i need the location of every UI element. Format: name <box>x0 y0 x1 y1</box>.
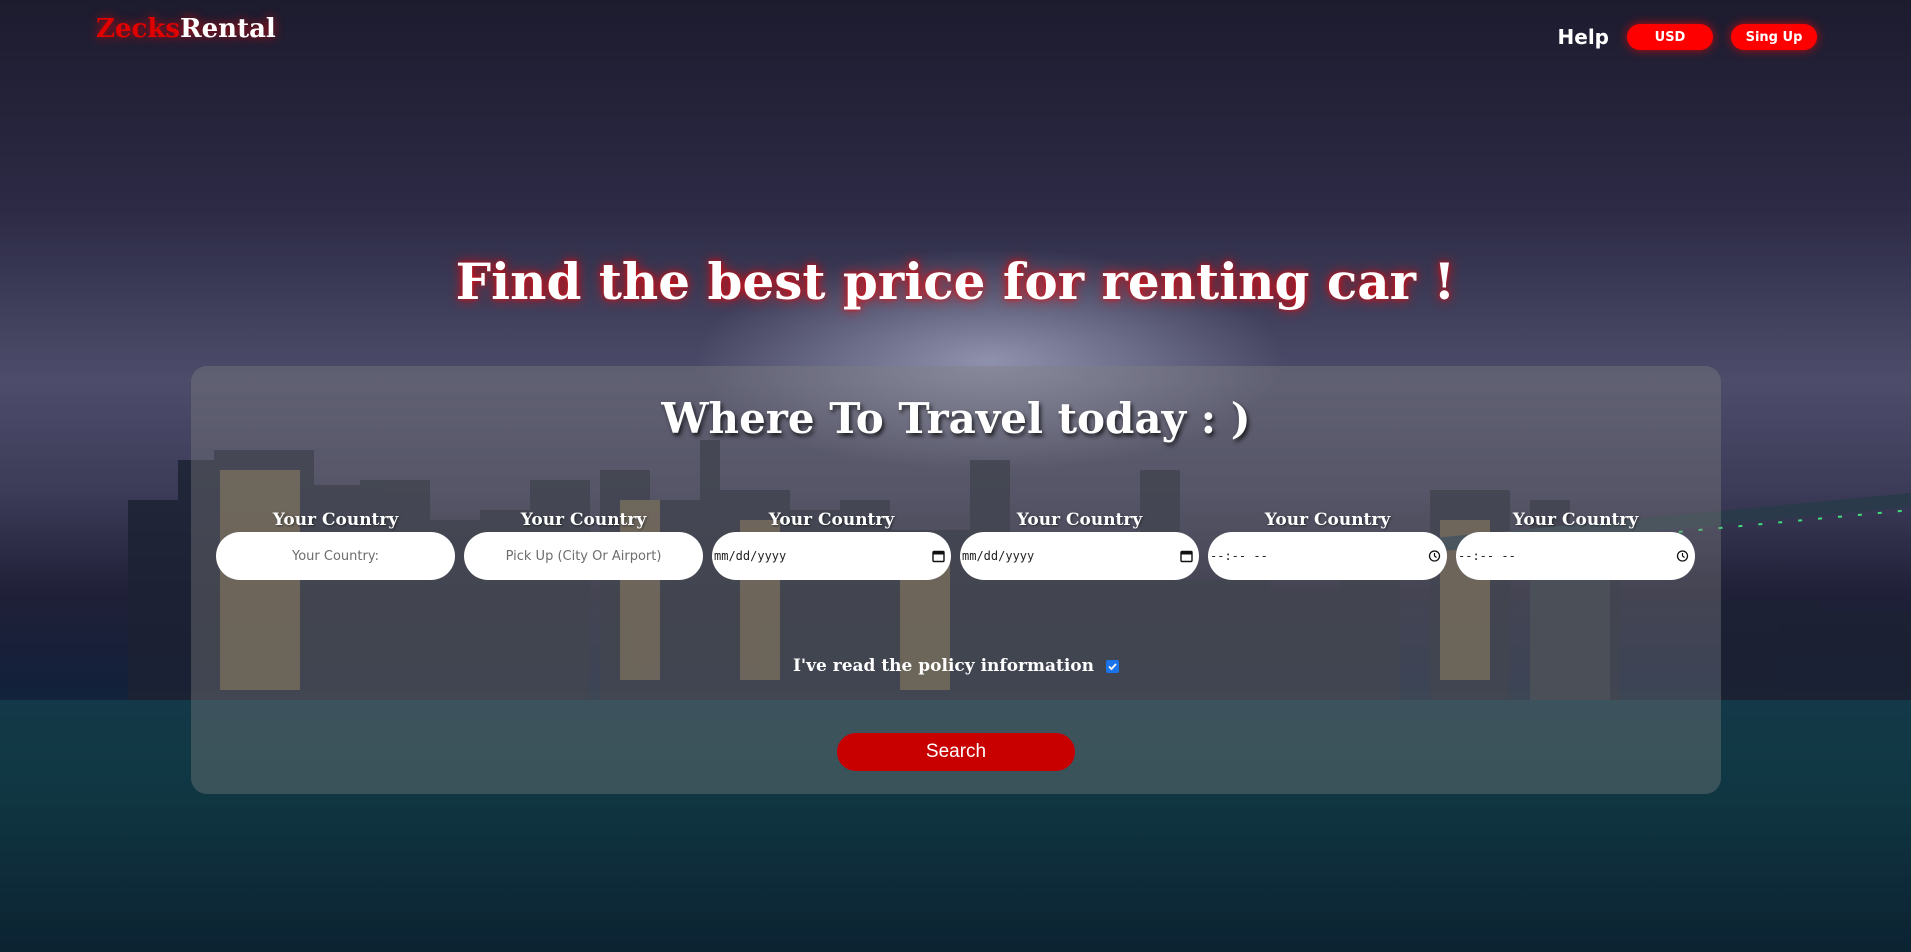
return-date-field: Your Country mm/dd/yyyy <box>960 510 1199 580</box>
return-time-field: Your Country --:-- -- <box>1456 510 1695 580</box>
pickup-time-field: Your Country --:-- -- <box>1208 510 1447 580</box>
currency-button[interactable]: USD <box>1627 24 1713 50</box>
policy-checkbox[interactable] <box>1106 659 1120 673</box>
site-logo[interactable]: ZecksRental <box>96 14 276 44</box>
country-input-placeholder: Your Country: <box>292 548 379 564</box>
pickup-date-field: Your Country mm/dd/yyyy <box>712 510 951 580</box>
clock-icon[interactable] <box>1676 550 1689 563</box>
logo-part-rental: Rental <box>180 14 276 44</box>
field-label: Your Country <box>520 510 647 530</box>
policy-row: I've read the policy information <box>191 656 1721 676</box>
search-fields: Your Country Your Country: Your Country … <box>216 510 1695 580</box>
signup-button[interactable]: Sing Up <box>1731 24 1817 50</box>
pickup-time-input[interactable]: --:-- -- <box>1208 532 1447 580</box>
country-input[interactable]: Your Country: <box>216 532 455 580</box>
checkmark-icon <box>1108 662 1117 670</box>
pickup-date-value: mm/dd/yyyy <box>714 549 787 563</box>
pickup-input-placeholder: Pick Up (City Or Airport) <box>505 548 662 564</box>
top-nav: Help USD Sing Up <box>1558 24 1817 50</box>
clock-icon[interactable] <box>1428 550 1441 563</box>
pickup-input[interactable]: Pick Up (City Or Airport) <box>464 532 703 580</box>
help-link[interactable]: Help <box>1558 25 1609 49</box>
search-panel: Where To Travel today : ) Your Country Y… <box>191 366 1721 794</box>
field-label: Your Country <box>768 510 895 530</box>
return-date-value: mm/dd/yyyy <box>962 549 1035 563</box>
search-button[interactable]: Search <box>837 733 1075 771</box>
pickup-field: Your Country Pick Up (City Or Airport) <box>464 510 703 580</box>
pickup-date-input[interactable]: mm/dd/yyyy <box>712 532 951 580</box>
return-time-value: --:-- -- <box>1458 549 1516 563</box>
calendar-icon[interactable] <box>932 550 945 563</box>
logo-part-zecks: Zecks <box>96 14 181 44</box>
field-label: Your Country <box>1264 510 1391 530</box>
return-time-input[interactable]: --:-- -- <box>1456 532 1695 580</box>
policy-label: I've read the policy information <box>792 656 1095 676</box>
calendar-icon[interactable] <box>1180 550 1193 563</box>
hero-title: Find the best price for renting car ! <box>455 252 1456 311</box>
field-label: Your Country <box>272 510 399 530</box>
country-field: Your Country Your Country: <box>216 510 455 580</box>
panel-title: Where To Travel today : ) <box>661 394 1251 443</box>
pickup-time-value: --:-- -- <box>1210 549 1268 563</box>
return-date-input[interactable]: mm/dd/yyyy <box>960 532 1199 580</box>
field-label: Your Country <box>1512 510 1639 530</box>
field-label: Your Country <box>1016 510 1143 530</box>
